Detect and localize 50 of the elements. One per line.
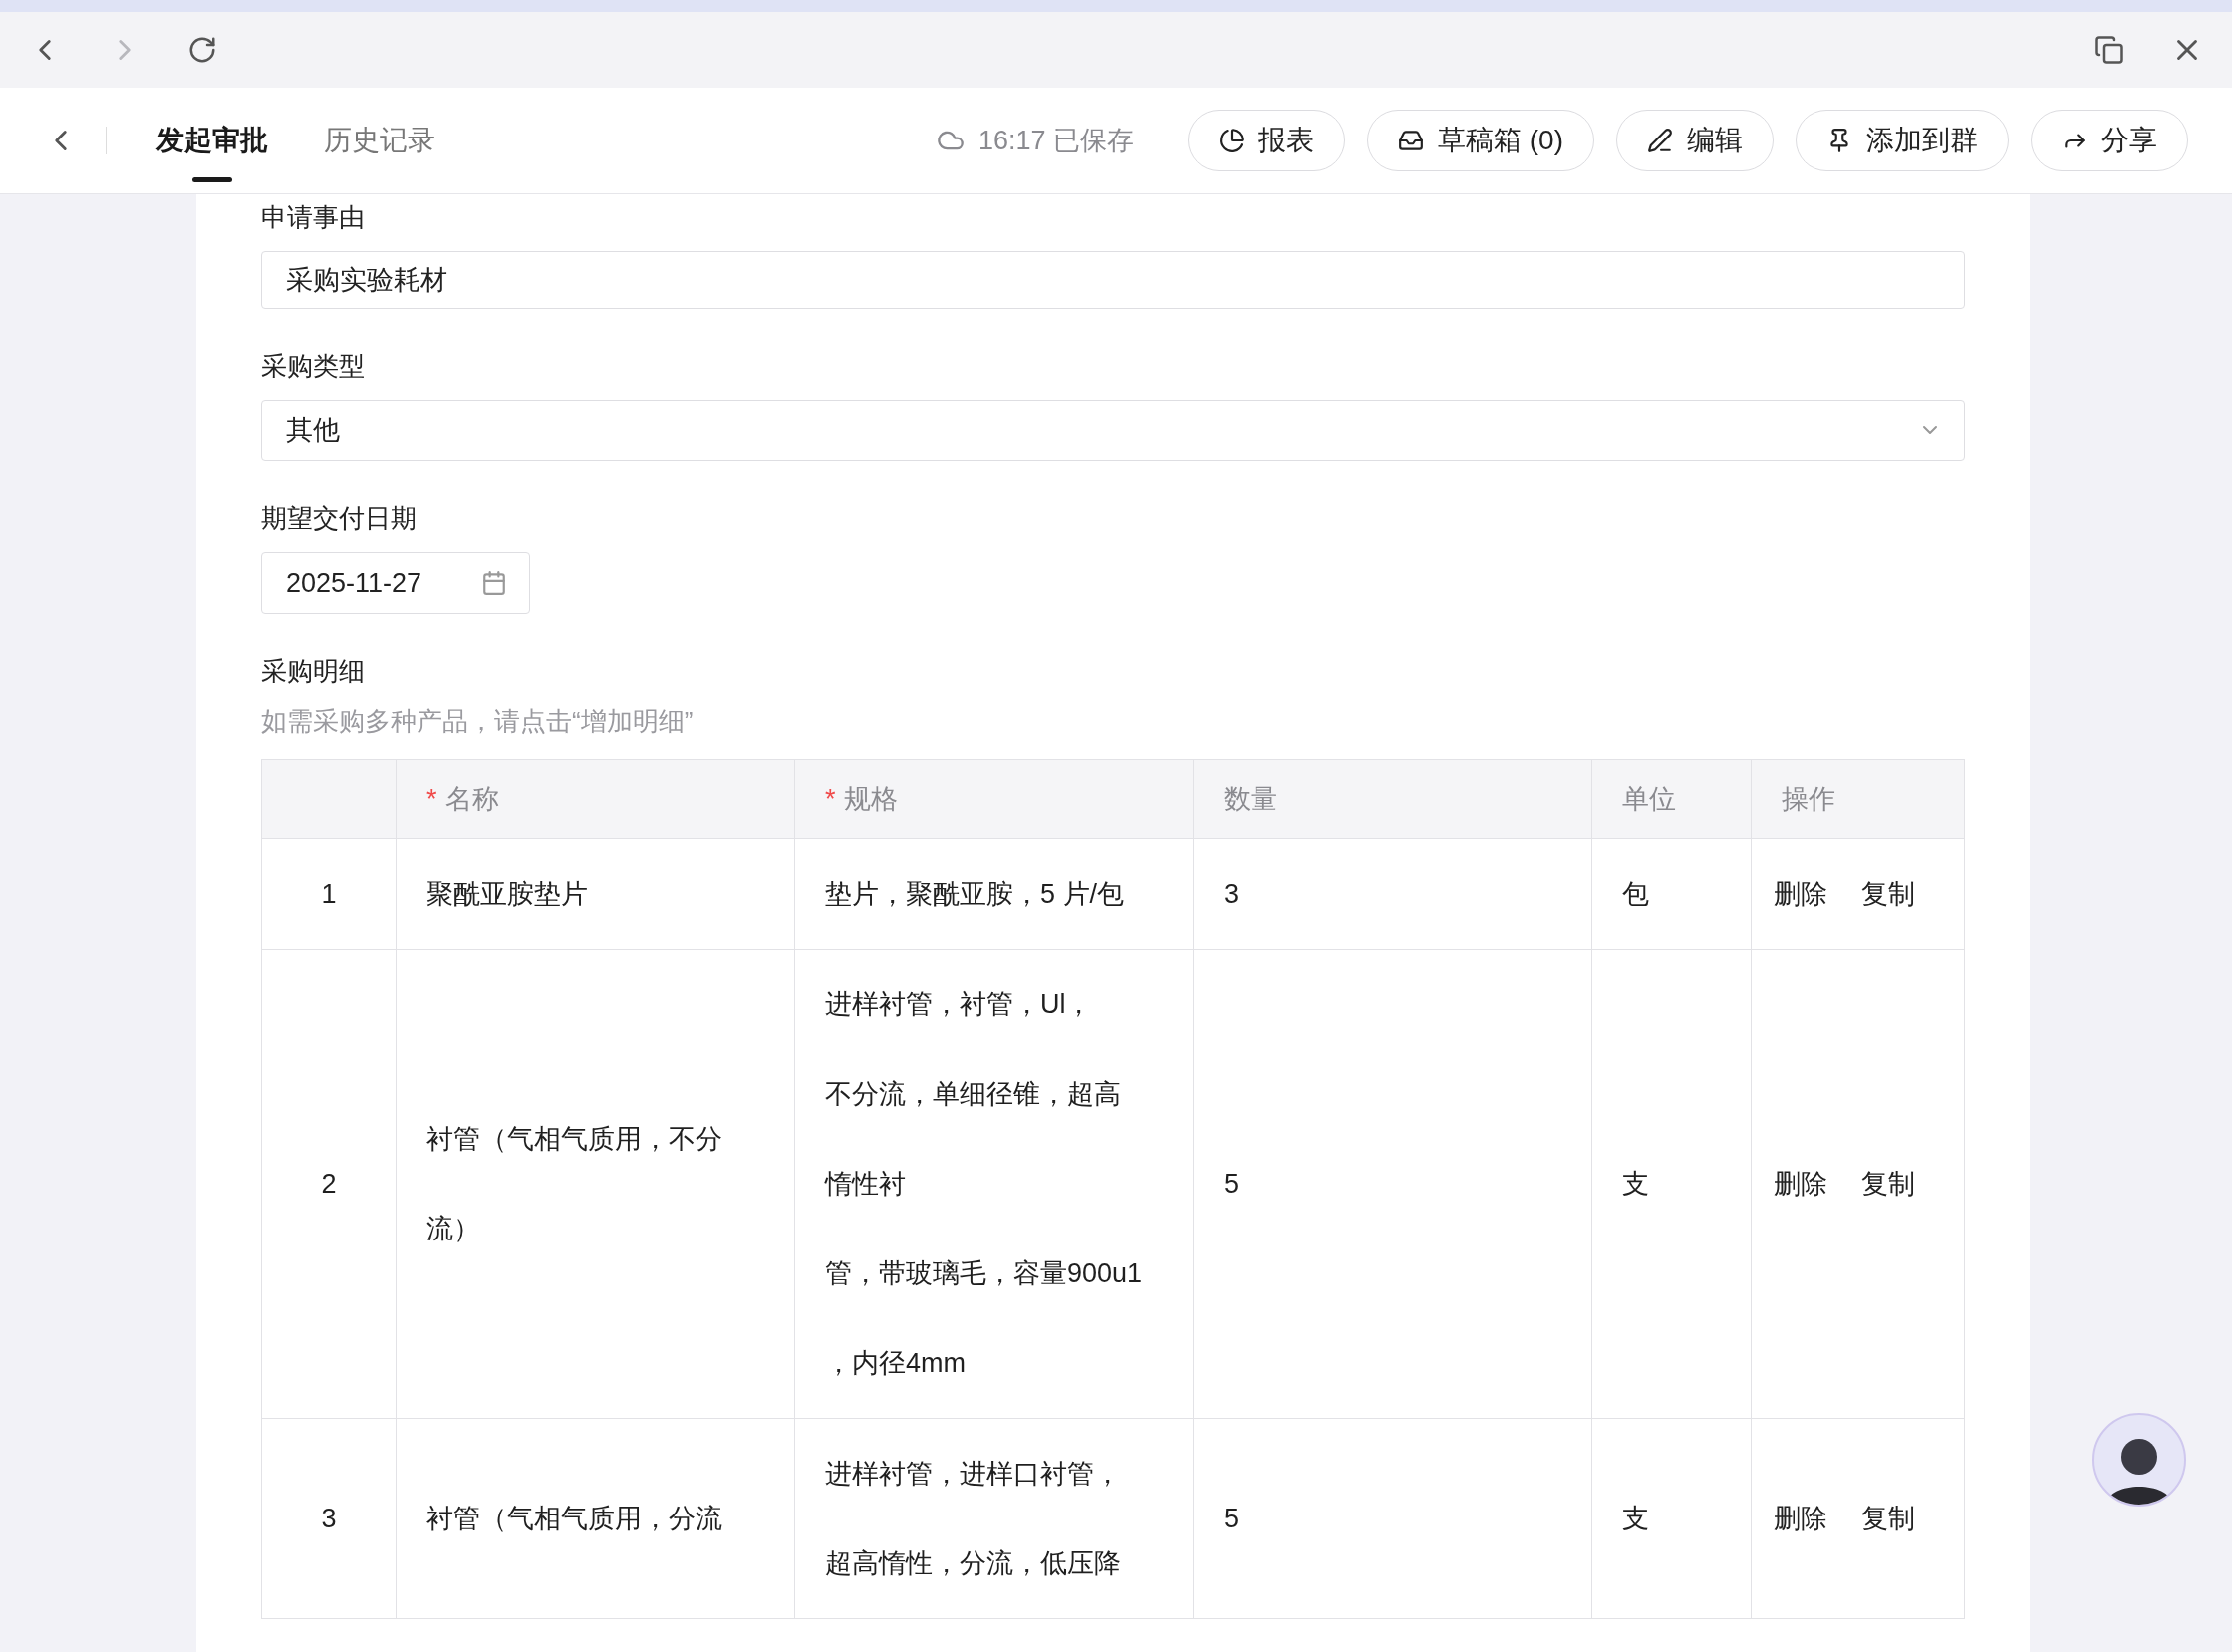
required-mark: * [426, 784, 437, 814]
table-cell: 3 [1193, 838, 1592, 950]
action-icon [1398, 128, 1424, 153]
table-cell: 2 [261, 949, 397, 1419]
column-title: 名称 [444, 784, 499, 814]
table-cell: 5 [1193, 949, 1592, 1419]
table-cell: 聚酰亚胺垫片 [396, 838, 795, 950]
table-cell: 垫片，聚酰亚胺，5 片/包 [794, 838, 1194, 950]
action-icon [1219, 128, 1245, 153]
tab[interactable]: 历史记录 [324, 87, 435, 194]
table-cell: 进样衬管，进样口衬管， 超高惰性，分流，低压降 [794, 1418, 1194, 1619]
required-mark: * [825, 784, 836, 814]
tab[interactable]: 发起审批 [156, 87, 268, 194]
table-cell: 包 [1591, 838, 1752, 950]
table-cell: 衬管（气相气质用，分流 [396, 1418, 795, 1619]
row-action-link[interactable]: 复制 [1861, 1501, 1915, 1536]
table-cell: 3 [261, 1418, 397, 1619]
column-title: 数量 [1224, 784, 1277, 814]
field-label: 采购类型 [261, 350, 366, 383]
action-button[interactable]: 分享 [2031, 110, 2188, 171]
table-cell: 5 [1193, 1418, 1592, 1619]
calendar-icon [481, 570, 507, 596]
save-status: 16:17 已保存 [977, 125, 1134, 157]
table-cell: 1 [261, 838, 397, 950]
field-label: 期望交付日期 [261, 502, 418, 535]
action-icon [1647, 128, 1673, 153]
hint-text: 如需采购多种产品，请点击“增加明细” [261, 705, 695, 738]
select-field[interactable]: 其他 [261, 400, 1965, 461]
table-cell: 支 [1591, 1418, 1752, 1619]
row-action-link[interactable]: 复制 [1861, 876, 1915, 912]
row-action-link[interactable]: 删除 [1774, 876, 1827, 912]
action-button[interactable]: 编辑 [1616, 110, 1774, 171]
row-action-link[interactable]: 删除 [1774, 1501, 1827, 1536]
date-field[interactable]: 2025-11-27 [261, 552, 530, 614]
column-title: 操作 [1782, 784, 1835, 814]
table-cell: 进样衬管，衬管，Ul， 不分流，单细径锥，超高 惰性衬 管，带玻璃毛，容量900u1 ，内径4mm [794, 949, 1194, 1419]
open-window-icon[interactable] [2094, 35, 2124, 65]
table-cell: 衬管（气相气质用，不分 流） [396, 949, 795, 1419]
action-button[interactable]: 添加到群 [1796, 110, 2009, 171]
reload-icon[interactable] [187, 35, 217, 65]
section-label: 采购明细 [261, 655, 366, 688]
action-button[interactable]: 报表 [1188, 110, 1345, 171]
input-field[interactable]: 采购实验耗材 [261, 251, 1965, 309]
row-action-link[interactable]: 复制 [1861, 1166, 1915, 1202]
action-button[interactable]: 草稿箱 (0) [1367, 110, 1594, 171]
field-label: 申请事由 [261, 201, 366, 234]
column-title: 规格 [843, 784, 898, 814]
row-action-link[interactable]: 删除 [1774, 1166, 1827, 1202]
column-title: 单位 [1622, 784, 1676, 814]
table-cell: 支 [1591, 949, 1752, 1419]
